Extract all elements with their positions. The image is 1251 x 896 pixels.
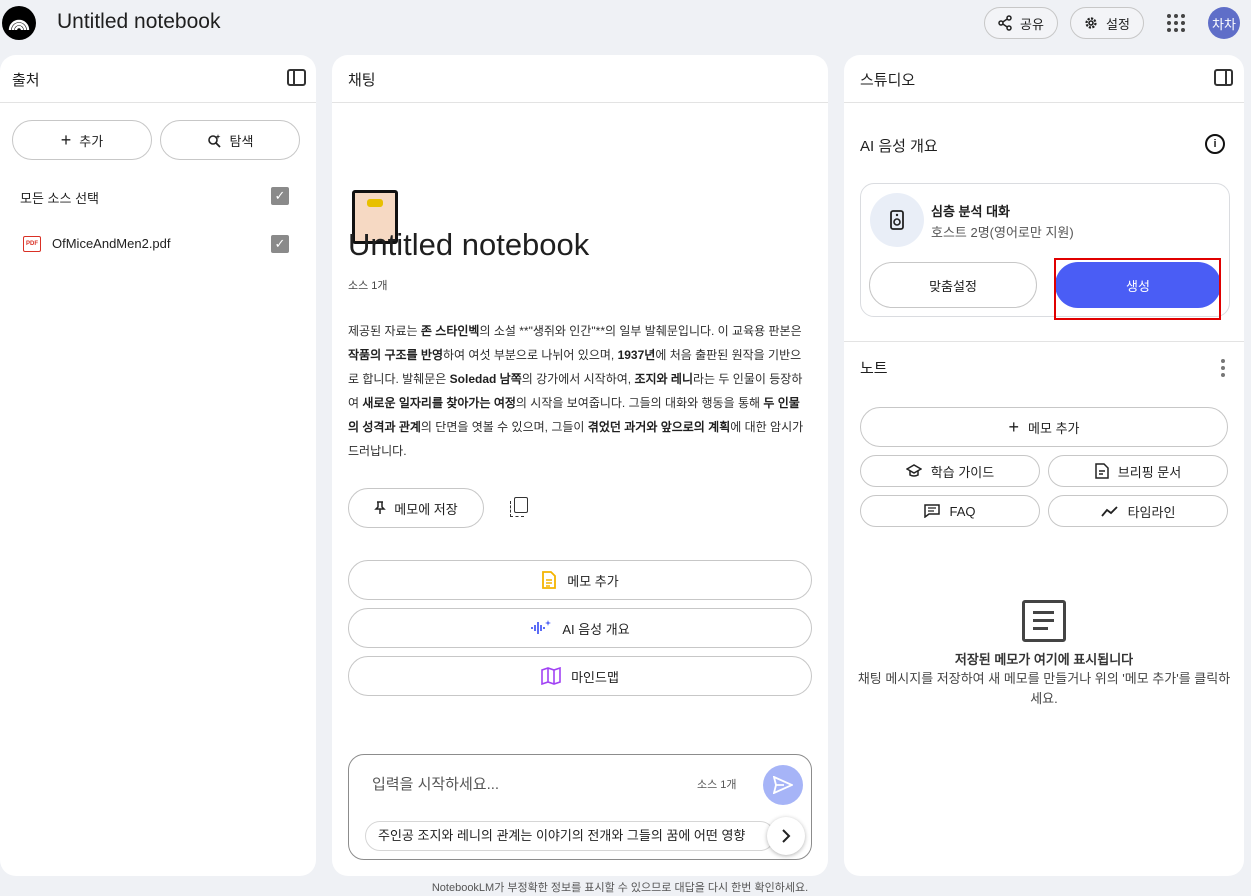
summary-text: 의 강가에서 시작하여, [521, 372, 635, 386]
faq-icon [924, 504, 941, 518]
search-sparkle-icon [207, 133, 222, 148]
share-button[interactable]: 공유 [984, 7, 1058, 39]
add-source-label: 추가 [79, 133, 104, 149]
summary-text: 의 소설 **"생쥐와 인간"**의 일부 발췌문입니다. 이 교육용 판본은 [479, 324, 802, 338]
chat-header: 채팅 [332, 55, 828, 103]
source-file-name[interactable]: OfMiceAndMen2.pdf [52, 236, 171, 251]
mind-map-action-label: 마인드맵 [571, 669, 619, 685]
top-bar: Untitled notebook 공유 설정 차차 [0, 0, 1251, 46]
mind-map-action-button[interactable]: 마인드맵 [348, 656, 812, 696]
map-icon [541, 667, 561, 685]
timeline-icon [1100, 505, 1119, 517]
audio-overview-title: AI 음성 개요 [860, 138, 938, 155]
study-guide-button[interactable]: 학습 가이드 [860, 455, 1040, 487]
save-to-note-button[interactable]: 메모에 저장 [348, 488, 484, 528]
select-all-label: 모든 소스 선택 [20, 191, 99, 206]
briefing-doc-button[interactable]: 브리핑 문서 [1048, 455, 1228, 487]
chat-panel: 채팅 Untitled notebook 소스 1개 제공된 자료는 존 스타인… [332, 55, 828, 876]
briefing-doc-icon [1095, 463, 1109, 479]
save-to-note-label: 메모에 저장 [394, 501, 458, 517]
source-file-checkbox[interactable]: ✓ [271, 235, 289, 253]
audio-overview-action-label: AI 음성 개요 [562, 621, 630, 637]
sources-header: 출처 [0, 55, 316, 103]
studio-header: 스튜디오 [844, 55, 1244, 103]
timeline-label: 타임라인 [1127, 504, 1176, 520]
gear-icon [1083, 15, 1099, 31]
audio-wave-icon [530, 619, 552, 637]
audio-card-subtitle: 호스트 2명(영어로만 지원) [931, 225, 1074, 240]
add-source-button[interactable]: + 추가 [12, 120, 152, 160]
chat-input-box[interactable]: 입력을 시작하세요... 소스 1개 주인공 조지와 레니의 관계는 이야기의 … [348, 754, 812, 860]
faq-button[interactable]: FAQ [860, 495, 1040, 527]
pdf-file-icon: PDF [23, 236, 41, 252]
add-memo-button[interactable]: + 메모 추가 [860, 407, 1228, 447]
notebook-heading: Untitled notebook [348, 227, 590, 262]
add-memo-label: 메모 추가 [1028, 420, 1080, 436]
collapse-panel-icon[interactable] [287, 69, 306, 86]
send-icon [773, 776, 793, 794]
input-source-count: 소스 1개 [697, 779, 737, 791]
summary-bold-text: 존 스타인벡 [420, 324, 480, 338]
divider [844, 341, 1244, 342]
summary-text: 제공된 자료는 [348, 324, 421, 338]
audio-overview-action-button[interactable]: AI 음성 개요 [348, 608, 812, 648]
chat-title: 채팅 [348, 72, 376, 89]
select-all-checkbox[interactable]: ✓ [271, 187, 289, 205]
sources-panel: 출처 + 추가 탐색 모든 소스 선택 ✓ PDF OfMiceAndMen2.… [0, 55, 316, 876]
pin-icon [374, 501, 387, 515]
copy-icon[interactable] [510, 497, 530, 519]
empty-notes-description: 채팅 메시지를 저장하여 새 메모를 만들거나 위의 '메모 추가'를 클릭하세… [857, 671, 1231, 706]
suggested-question-chip[interactable]: 주인공 조지와 레니의 관계는 이야기의 전개와 그들의 꿈에 어떤 영향 [365, 821, 775, 851]
avatar[interactable]: 차차 [1208, 7, 1240, 39]
timeline-button[interactable]: 타임라인 [1048, 495, 1228, 527]
summary-bold-text: 1937년 [617, 348, 656, 362]
summary-bold-text: 겪었던 과거와 앞으로의 계획 [587, 420, 731, 434]
more-options-icon[interactable] [1221, 359, 1225, 377]
settings-button[interactable]: 설정 [1070, 7, 1144, 39]
study-guide-label: 학습 가이드 [930, 464, 995, 480]
summary-text: 의 단면을 엿볼 수 있으며, 그들이 [420, 420, 588, 434]
chat-input-placeholder[interactable]: 입력을 시작하세요... [372, 773, 499, 794]
share-label: 공유 [1020, 16, 1044, 32]
sources-title: 출처 [12, 72, 40, 89]
plus-icon: + [1008, 417, 1020, 437]
chevron-right-icon[interactable] [767, 817, 805, 855]
notebook-title[interactable]: Untitled notebook [57, 10, 220, 34]
notebooklm-logo-icon[interactable] [2, 6, 36, 40]
share-icon [997, 15, 1013, 31]
explore-label: 탐색 [229, 133, 254, 149]
collapse-panel-icon[interactable] [1214, 69, 1233, 86]
disclaimer-footer: NotebookLM가 부정확한 정보를 표시할 수 있으므로 대답을 다시 한… [431, 882, 809, 894]
summary-bold-text: 새로운 일자리를 찾아가는 여정 [362, 396, 516, 410]
graduation-cap-icon [905, 464, 922, 478]
summary-bold-text: 작품의 구조를 반영 [348, 348, 443, 362]
customize-button[interactable]: 맞춤설정 [869, 262, 1037, 308]
empty-notes-title: 저장된 메모가 여기에 표시됩니다 [954, 652, 1134, 667]
send-button[interactable] [763, 765, 803, 805]
faq-label: FAQ [949, 503, 976, 519]
explore-sources-button[interactable]: 탐색 [160, 120, 300, 160]
audio-card-title: 심층 분석 대화 [931, 204, 1010, 219]
notes-title: 노트 [860, 360, 888, 377]
apps-grid-icon[interactable] [1163, 10, 1189, 36]
studio-panel: 스튜디오 AI 음성 개요 i 심층 분석 대화 호스트 2명(영어로만 지원)… [844, 55, 1244, 876]
add-note-action-button[interactable]: 메모 추가 [348, 560, 812, 600]
notebook-summary: 제공된 자료는 존 스타인벡의 소설 **"생쥐와 인간"**의 일부 발췌문입… [348, 319, 810, 463]
studio-title: 스튜디오 [860, 72, 916, 89]
summary-bold-text: Soledad 남쪽 [449, 372, 522, 386]
empty-notes-icon [1022, 600, 1066, 642]
add-note-action-label: 메모 추가 [567, 573, 619, 589]
speaker-icon [870, 193, 924, 247]
summary-text: 의 시작을 보여줍니다. 그들의 대화와 행동을 통해 [515, 396, 764, 410]
highlight-box [1054, 258, 1221, 320]
info-icon[interactable]: i [1205, 134, 1225, 154]
settings-label: 설정 [1106, 16, 1130, 32]
briefing-doc-label: 브리핑 문서 [1117, 464, 1182, 480]
plus-icon: + [60, 130, 72, 150]
note-icon [541, 571, 557, 589]
source-count: 소스 1개 [348, 280, 388, 292]
summary-bold-text: 조지와 레니 [634, 372, 694, 386]
summary-text: 하여 여섯 부분으로 나뉘어 있으며, [443, 348, 618, 362]
